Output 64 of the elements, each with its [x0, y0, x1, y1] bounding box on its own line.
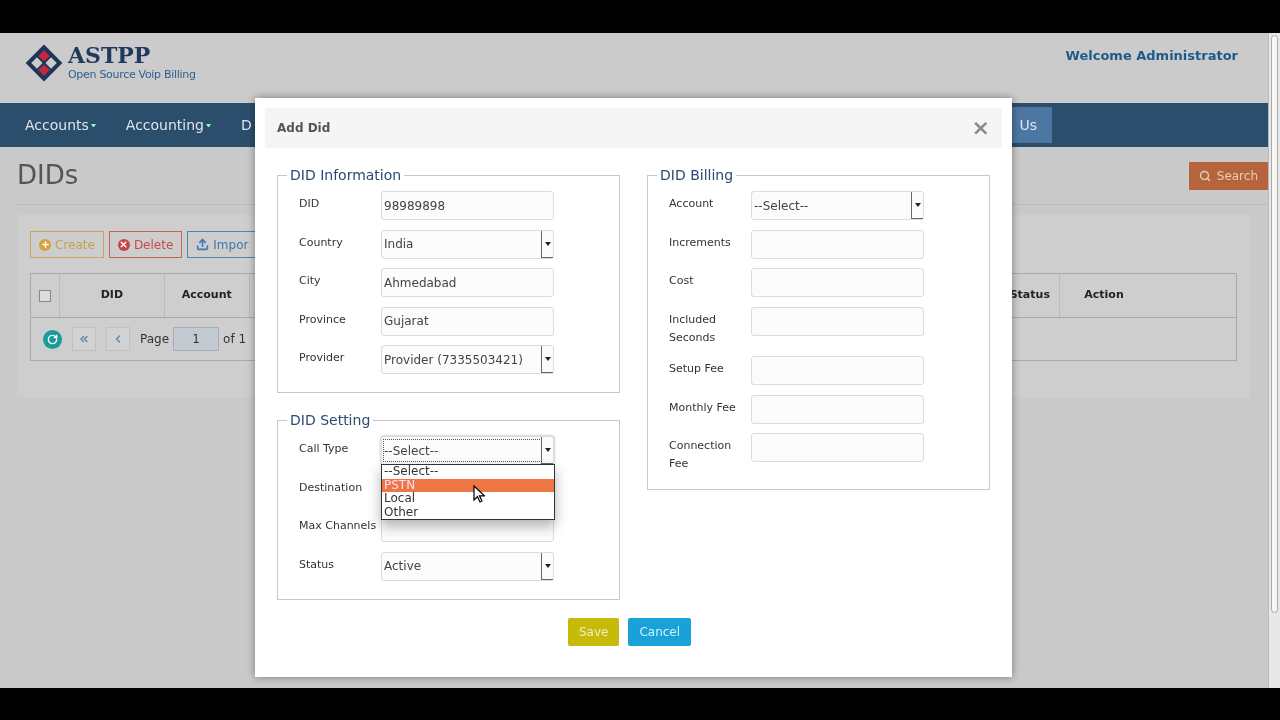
- select-field[interactable]: Provider (7335503421): [381, 345, 554, 374]
- caret-icon: [911, 192, 923, 219]
- field-label: Increments: [668, 234, 732, 251]
- field-label: Max Channels: [298, 518, 378, 534]
- text-field[interactable]: [751, 268, 924, 297]
- field-label: DID: [298, 196, 321, 212]
- page-number-field[interactable]: 1: [173, 327, 220, 351]
- dropdown-option[interactable]: Other: [382, 505, 554, 519]
- field-label: Destination: [298, 479, 364, 496]
- select-all-checkbox[interactable]: [38, 289, 51, 302]
- field-label: Status: [298, 556, 336, 573]
- double-chevron-icon: [78, 333, 90, 345]
- search-icon: [1198, 169, 1211, 182]
- text-field[interactable]: Ahmedabad: [381, 268, 554, 297]
- column-header: Action: [1083, 287, 1125, 304]
- text-field[interactable]: 98989898: [381, 191, 554, 220]
- column-header: DID: [59, 274, 165, 317]
- section-title: DID Setting: [289, 411, 372, 430]
- mouse-pointer-icon: [473, 485, 485, 503]
- upload-icon: [196, 238, 210, 251]
- page-count: of 1: [223, 331, 247, 348]
- field-label: Connection Fee: [668, 438, 733, 472]
- dropdown-option[interactable]: --Select--: [382, 465, 554, 479]
- caret-icon: [541, 346, 553, 373]
- field-label: Provider: [298, 350, 346, 366]
- text-field[interactable]: Gujarat: [381, 306, 554, 336]
- text-field[interactable]: [751, 306, 924, 336]
- field-label: Cost: [668, 273, 695, 289]
- field-label: Call Type: [298, 441, 350, 457]
- nav-item[interactable]: Accounts: [10, 103, 111, 147]
- page-title: DIDs: [17, 159, 79, 192]
- refresh-icon: [47, 333, 58, 345]
- welcome-text: Welcome Administrator: [1065, 47, 1238, 65]
- text-field[interactable]: [751, 229, 924, 259]
- page-label: Page: [140, 331, 170, 348]
- field-label: Country: [298, 234, 344, 251]
- select-field[interactable]: Active: [381, 551, 554, 581]
- refresh-button[interactable]: [43, 329, 62, 349]
- column-header: Account: [164, 274, 250, 317]
- dropdown-option[interactable]: Local: [382, 492, 554, 506]
- text-field[interactable]: [751, 394, 924, 424]
- select-field[interactable]: --Select--: [751, 191, 924, 220]
- dialog-title: Add Did: [277, 120, 331, 137]
- section-title: DID Information: [289, 166, 403, 185]
- select-field[interactable]: --Select--: [381, 436, 554, 465]
- logo-subtitle: Open Source Voip Billing: [68, 67, 196, 83]
- caret-icon: [541, 230, 553, 258]
- section-title: DID Billing: [659, 166, 735, 185]
- caret-icon: [541, 552, 553, 580]
- field-label: Province: [298, 311, 347, 328]
- select-field[interactable]: India: [381, 229, 554, 259]
- field-label: Included Seconds: [668, 311, 718, 346]
- text-field[interactable]: [751, 356, 924, 385]
- previous-page-button[interactable]: [106, 327, 130, 351]
- first-page-button[interactable]: [72, 327, 96, 351]
- close-icon: [117, 238, 130, 251]
- field-label: Account: [668, 196, 715, 212]
- logo-title: ASTPP: [68, 43, 152, 67]
- nav-item[interactable]: Accounting: [110, 103, 226, 147]
- text-field[interactable]: [751, 433, 924, 462]
- field-label: City: [298, 273, 322, 289]
- field-label: Setup Fee: [668, 361, 725, 377]
- field-label: Monthly Fee: [668, 399, 737, 416]
- plus-icon: [39, 238, 51, 251]
